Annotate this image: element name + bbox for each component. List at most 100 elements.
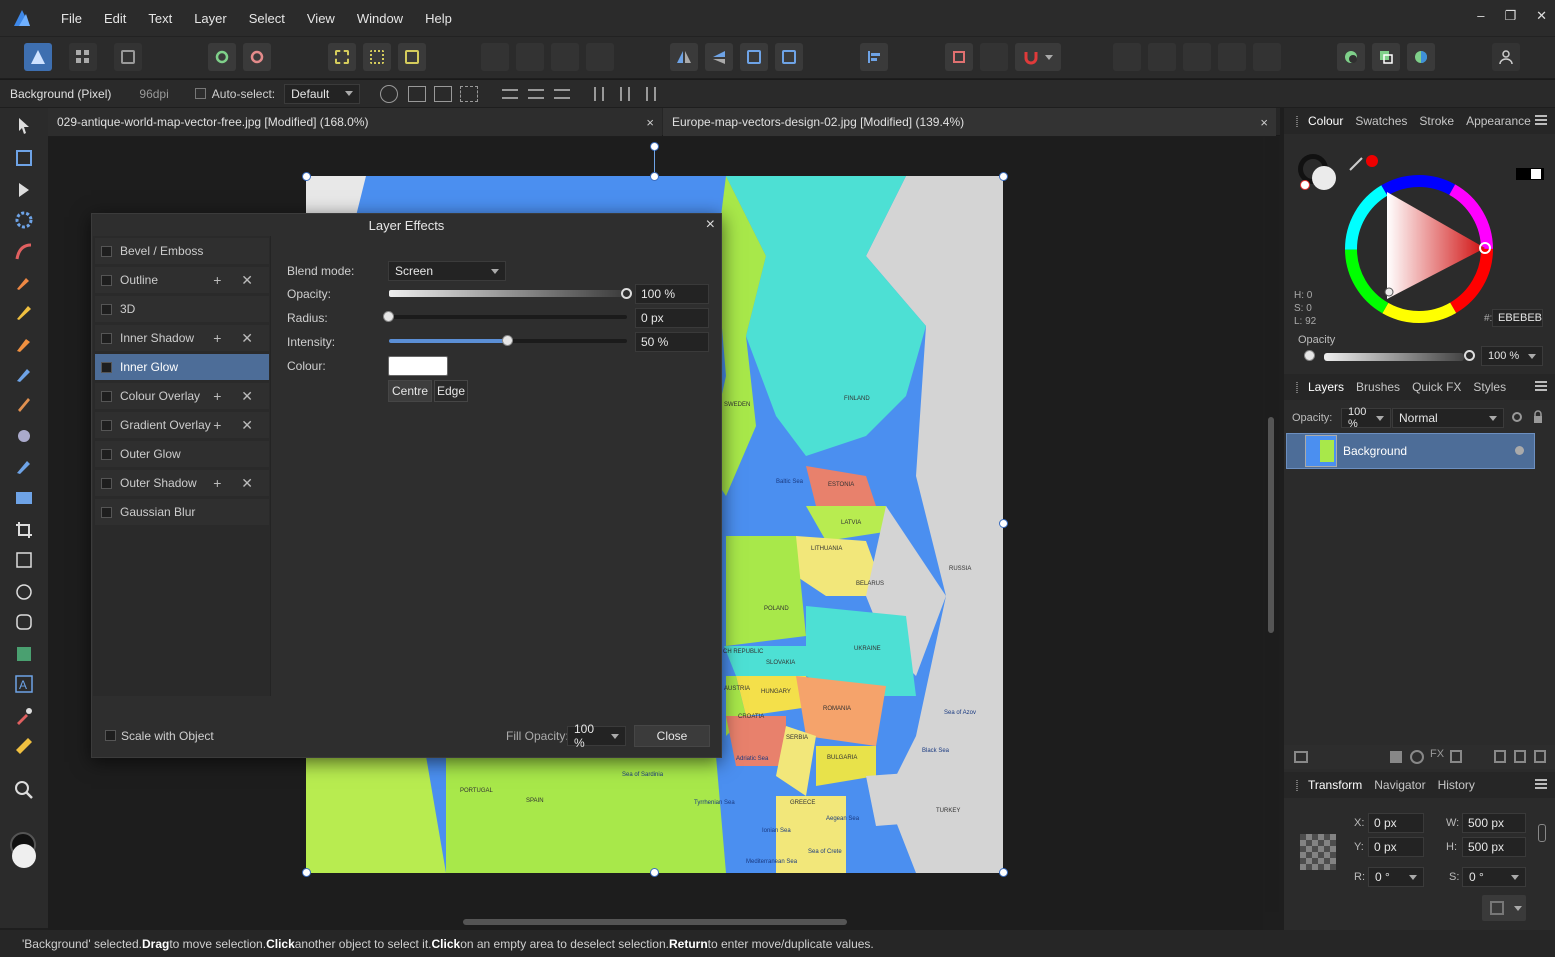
delete-layer-icon[interactable] — [1514, 750, 1526, 763]
tab-appearance[interactable]: Appearance — [1466, 114, 1531, 128]
mask-layer-icon[interactable] — [1390, 751, 1402, 763]
y-field[interactable]: 0 px — [1368, 837, 1424, 857]
effect-add-remove-icons[interactable]: + ✕ — [213, 330, 261, 347]
align-top-icon[interactable] — [594, 86, 605, 101]
add-pixel-layer-icon[interactable] — [1450, 750, 1462, 763]
layer-options-icon[interactable] — [1294, 751, 1308, 763]
resize-handle-t[interactable] — [650, 172, 659, 181]
radius-field[interactable]: 0 px — [635, 308, 709, 328]
effect-checkbox[interactable] — [101, 274, 112, 286]
rectangle-tool-icon[interactable] — [14, 550, 34, 570]
tool-disabled-7[interactable] — [1183, 43, 1211, 71]
resize-handle-r[interactable] — [999, 519, 1008, 528]
select-all-button[interactable] — [328, 43, 356, 71]
settings-alt-button[interactable] — [243, 43, 271, 71]
move-tool-icon[interactable] — [14, 116, 34, 136]
tab-navigator[interactable]: Navigator — [1374, 778, 1425, 792]
crop-tool-icon[interactable] — [14, 520, 34, 540]
tool-disabled-2[interactable] — [516, 43, 544, 71]
glow-colour-swatch[interactable] — [388, 356, 448, 376]
gradient-tool-icon[interactable] — [14, 488, 34, 508]
effect-row-outline[interactable]: Outline + ✕ — [95, 267, 269, 293]
clone-tool-icon[interactable] — [14, 426, 34, 446]
effect-row-inner-glow[interactable]: Inner Glow — [95, 354, 269, 380]
smudge-tool-icon[interactable] — [14, 242, 34, 262]
erase-tool-icon[interactable] — [14, 334, 34, 354]
grid-persona-button[interactable] — [69, 43, 97, 71]
layer-opacity-dropdown[interactable]: 100 % — [1341, 406, 1391, 430]
horizontal-scroll-thumb[interactable] — [463, 919, 847, 925]
rounded-rect-tool-icon[interactable] — [14, 612, 34, 632]
colour-opacity-slider[interactable] — [1324, 353, 1464, 361]
account-button[interactable] — [1492, 43, 1520, 71]
shear-dropdown[interactable]: 0 ° — [1462, 867, 1526, 887]
intensity-field[interactable]: 50 % — [635, 332, 709, 352]
colour-wheel[interactable] — [1344, 174, 1494, 324]
close-window-button[interactable]: ✕ — [1536, 8, 1547, 24]
effect-row-bevel-emboss[interactable]: Bevel / Emboss — [95, 238, 269, 264]
resize-handle-tl[interactable] — [302, 172, 311, 181]
lock-icon[interactable] — [1532, 410, 1544, 424]
rotate-right-button[interactable] — [775, 43, 803, 71]
resize-handle-bl[interactable] — [302, 868, 311, 877]
colour-opacity-dropdown[interactable]: 100 % — [1481, 346, 1543, 366]
radius-slider-knob[interactable] — [383, 311, 394, 322]
fill-colour-swatch[interactable] — [1312, 166, 1336, 190]
effect-row-outer-glow[interactable]: Outer Glow — [95, 441, 269, 467]
effect-checkbox[interactable] — [101, 477, 112, 489]
transform-mode-icon[interactable] — [434, 85, 453, 102]
panel-grip-icon[interactable] — [1296, 779, 1298, 791]
anchor-point-selector[interactable] — [1300, 834, 1336, 870]
effect-row-gaussian-blur[interactable]: Gaussian Blur — [95, 499, 269, 525]
live-filter-button[interactable] — [1407, 43, 1435, 71]
intensity-slider-knob[interactable] — [502, 335, 513, 346]
transform-origin-icon[interactable] — [380, 84, 399, 103]
w-field[interactable]: 500 px — [1462, 813, 1526, 833]
invert-selection-button[interactable] — [398, 43, 426, 71]
tool-disabled-6[interactable] — [1148, 43, 1176, 71]
blend-mode-dropdown[interactable]: Screen — [388, 261, 506, 281]
flip-horizontal-button[interactable] — [670, 43, 698, 71]
panel-grip-icon[interactable] — [1296, 381, 1298, 393]
dialog-close-icon[interactable]: × — [706, 216, 715, 234]
effect-checkbox[interactable] — [101, 303, 112, 315]
align-bottom-icon[interactable] — [646, 86, 657, 101]
no-fill-icon[interactable] — [1300, 180, 1310, 190]
transform-options-button[interactable] — [1482, 895, 1526, 921]
retouch-tool-icon[interactable] — [14, 456, 34, 476]
layer-blend-dropdown[interactable]: Normal — [1392, 408, 1504, 428]
opacity-slider-knob[interactable] — [621, 288, 632, 299]
close-tab-icon[interactable]: × — [646, 115, 654, 130]
effect-row-gradient-overlay[interactable]: Gradient Overlay + ✕ — [95, 412, 269, 438]
menu-layer[interactable]: Layer — [183, 11, 238, 26]
menu-edit[interactable]: Edit — [93, 11, 137, 26]
colour-opacity-left-knob[interactable] — [1304, 350, 1315, 361]
maximize-button[interactable]: ❐ — [1504, 8, 1516, 24]
fx-icon[interactable]: FX — [1430, 748, 1444, 760]
tool-disabled-1[interactable] — [481, 43, 509, 71]
tab-antique-world-map[interactable]: 029-antique-world-map-vector-free.jpg [M… — [48, 108, 662, 136]
h-field[interactable]: 500 px — [1462, 837, 1526, 857]
tool-disabled-9[interactable] — [1253, 43, 1281, 71]
effect-checkbox[interactable] — [101, 448, 112, 460]
tab-styles[interactable]: Styles — [1473, 380, 1506, 394]
effect-checkbox[interactable] — [101, 332, 112, 344]
effect-add-remove-icons[interactable]: + ✕ — [213, 417, 261, 434]
effect-add-remove-icons[interactable]: + ✕ — [213, 475, 261, 492]
fill-opacity-dropdown[interactable]: 100 % — [567, 722, 626, 750]
snapping-button[interactable] — [1015, 43, 1061, 71]
auto-select-checkbox[interactable] — [194, 88, 206, 99]
align-middle-icon[interactable] — [620, 86, 631, 101]
text-tool-icon[interactable]: A — [14, 674, 34, 694]
flip-vertical-button[interactable] — [705, 43, 733, 71]
menu-select[interactable]: Select — [238, 11, 296, 26]
effect-add-remove-icons[interactable]: + ✕ — [213, 388, 261, 405]
align-center-icon[interactable] — [528, 88, 545, 99]
hex-field[interactable]: EBEBEB — [1492, 309, 1543, 327]
app-logo-icon[interactable] — [12, 8, 32, 28]
resize-handle-tr[interactable] — [999, 172, 1008, 181]
tab-europe-map[interactable]: Europe-map-vectors-design-02.jpg [Modifi… — [663, 108, 1276, 136]
effect-checkbox[interactable] — [101, 361, 112, 373]
effect-row-inner-shadow[interactable]: Inner Shadow + ✕ — [95, 325, 269, 351]
panel-menu-icon[interactable] — [1535, 115, 1547, 125]
